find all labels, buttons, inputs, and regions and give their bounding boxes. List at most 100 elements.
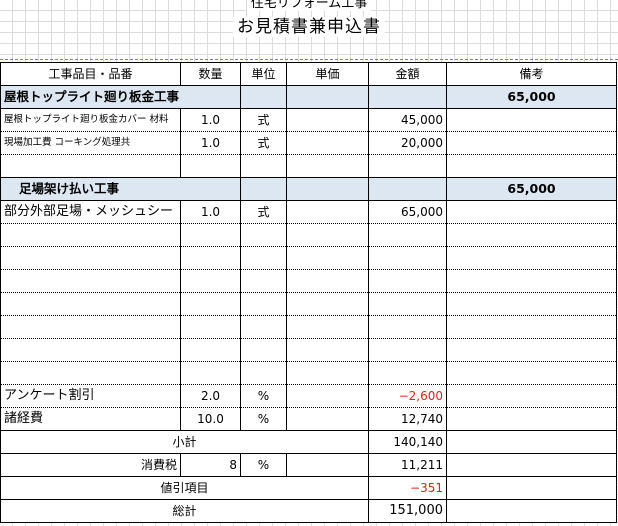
subtotal-value[interactable]: 140,140 xyxy=(368,430,447,454)
item-qty[interactable]: 1.0 xyxy=(180,108,241,132)
item-note[interactable] xyxy=(446,131,617,155)
table-cell[interactable] xyxy=(368,315,447,339)
total-value[interactable]: 151,000 xyxy=(368,499,447,523)
table-cell[interactable] xyxy=(446,476,617,500)
table-cell[interactable] xyxy=(240,269,287,293)
table-cell[interactable] xyxy=(240,246,287,270)
adjustment-name[interactable]: アンケート割引 xyxy=(0,384,181,408)
table-cell[interactable] xyxy=(286,246,369,270)
item-name[interactable]: 部分外部足場・メッシュシー xyxy=(0,200,181,224)
item-amount[interactable]: 45,000 xyxy=(368,108,447,132)
table-cell[interactable] xyxy=(0,338,181,362)
table-cell[interactable] xyxy=(180,361,241,385)
table-cell[interactable] xyxy=(180,246,241,270)
table-cell[interactable] xyxy=(0,246,181,270)
table-cell[interactable] xyxy=(0,315,181,339)
item-unit[interactable]: 式 xyxy=(240,200,287,224)
tax-rate[interactable]: 8 xyxy=(180,453,241,477)
table-cell[interactable] xyxy=(0,292,181,316)
item-qty[interactable]: 1.0 xyxy=(180,200,241,224)
adjustment-qty[interactable]: 2.0 xyxy=(180,384,241,408)
item-price[interactable] xyxy=(286,108,369,132)
item-price[interactable] xyxy=(286,200,369,224)
table-cell[interactable] xyxy=(0,361,181,385)
table-cell[interactable] xyxy=(286,384,369,408)
table-cell[interactable] xyxy=(240,292,287,316)
table-cell[interactable] xyxy=(368,246,447,270)
item-unit[interactable]: 式 xyxy=(240,108,287,132)
table-cell[interactable] xyxy=(180,269,241,293)
item-amount[interactable]: 65,000 xyxy=(368,200,447,224)
adjustment-amount[interactable]: −2,600 xyxy=(368,384,447,408)
group-title[interactable]: 足場架け払い工事 xyxy=(0,177,241,201)
table-cell[interactable] xyxy=(240,85,287,109)
table-cell[interactable] xyxy=(240,154,287,178)
table-cell[interactable] xyxy=(286,223,369,247)
table-cell[interactable] xyxy=(286,361,369,385)
item-price[interactable] xyxy=(286,131,369,155)
table-cell[interactable] xyxy=(180,223,241,247)
table-cell[interactable] xyxy=(286,315,369,339)
table-cell[interactable] xyxy=(446,453,617,477)
table-cell[interactable] xyxy=(446,338,617,362)
item-amount[interactable]: 20,000 xyxy=(368,131,447,155)
tax-unit[interactable]: % xyxy=(240,453,287,477)
total-label[interactable]: 総計 xyxy=(0,499,369,523)
table-cell[interactable] xyxy=(0,269,181,293)
table-cell[interactable] xyxy=(368,269,447,293)
table-cell[interactable] xyxy=(446,499,617,523)
item-note[interactable] xyxy=(446,108,617,132)
table-cell[interactable] xyxy=(240,177,287,201)
table-cell[interactable] xyxy=(368,177,447,201)
tax-value[interactable]: 11,211 xyxy=(368,453,447,477)
table-cell[interactable] xyxy=(446,430,617,454)
item-note[interactable] xyxy=(446,200,617,224)
subtotal-label[interactable]: 小計 xyxy=(0,430,369,454)
table-cell[interactable] xyxy=(368,361,447,385)
group-title[interactable]: 屋根トップライト廻り板金工事 xyxy=(0,85,241,109)
table-cell[interactable] xyxy=(446,223,617,247)
table-cell[interactable] xyxy=(368,338,447,362)
table-cell[interactable] xyxy=(180,338,241,362)
item-name[interactable]: 屋根トップライト廻り板金カバー 材料 xyxy=(0,108,181,132)
table-cell[interactable] xyxy=(368,223,447,247)
adjustment-amount[interactable]: 12,740 xyxy=(368,407,447,431)
table-cell[interactable] xyxy=(180,154,241,178)
adjustment-qty[interactable]: 10.0 xyxy=(180,407,241,431)
table-cell[interactable] xyxy=(286,292,369,316)
table-cell[interactable] xyxy=(240,223,287,247)
table-cell[interactable] xyxy=(446,154,617,178)
table-cell[interactable] xyxy=(286,177,369,201)
item-unit[interactable]: 式 xyxy=(240,131,287,155)
table-cell[interactable] xyxy=(446,269,617,293)
table-cell[interactable] xyxy=(446,407,617,431)
tax-label[interactable]: 消費税 xyxy=(0,453,181,477)
table-cell[interactable] xyxy=(240,361,287,385)
group-total[interactable]: 65,000 xyxy=(446,85,617,109)
table-cell[interactable] xyxy=(446,361,617,385)
table-cell[interactable] xyxy=(446,315,617,339)
adjustment-unit[interactable]: % xyxy=(240,407,287,431)
discount-value[interactable]: −351 xyxy=(368,476,447,500)
table-cell[interactable] xyxy=(0,223,181,247)
table-cell[interactable] xyxy=(446,292,617,316)
table-cell[interactable] xyxy=(286,453,369,477)
table-cell[interactable] xyxy=(240,315,287,339)
discount-label[interactable]: 値引項目 xyxy=(0,476,369,500)
table-cell[interactable] xyxy=(180,292,241,316)
table-cell[interactable] xyxy=(368,154,447,178)
table-cell[interactable] xyxy=(240,338,287,362)
table-cell[interactable] xyxy=(286,269,369,293)
table-cell[interactable] xyxy=(0,154,181,178)
table-cell[interactable] xyxy=(368,292,447,316)
item-qty[interactable]: 1.0 xyxy=(180,131,241,155)
adjustment-unit[interactable]: % xyxy=(240,384,287,408)
table-cell[interactable] xyxy=(286,338,369,362)
item-name[interactable]: 現場加工費 コーキング処理共 xyxy=(0,131,181,155)
table-cell[interactable] xyxy=(180,315,241,339)
group-total[interactable]: 65,000 xyxy=(446,177,617,201)
table-cell[interactable] xyxy=(286,154,369,178)
table-cell[interactable] xyxy=(446,246,617,270)
adjustment-name[interactable]: 諸経費 xyxy=(0,407,181,431)
table-cell[interactable] xyxy=(446,384,617,408)
